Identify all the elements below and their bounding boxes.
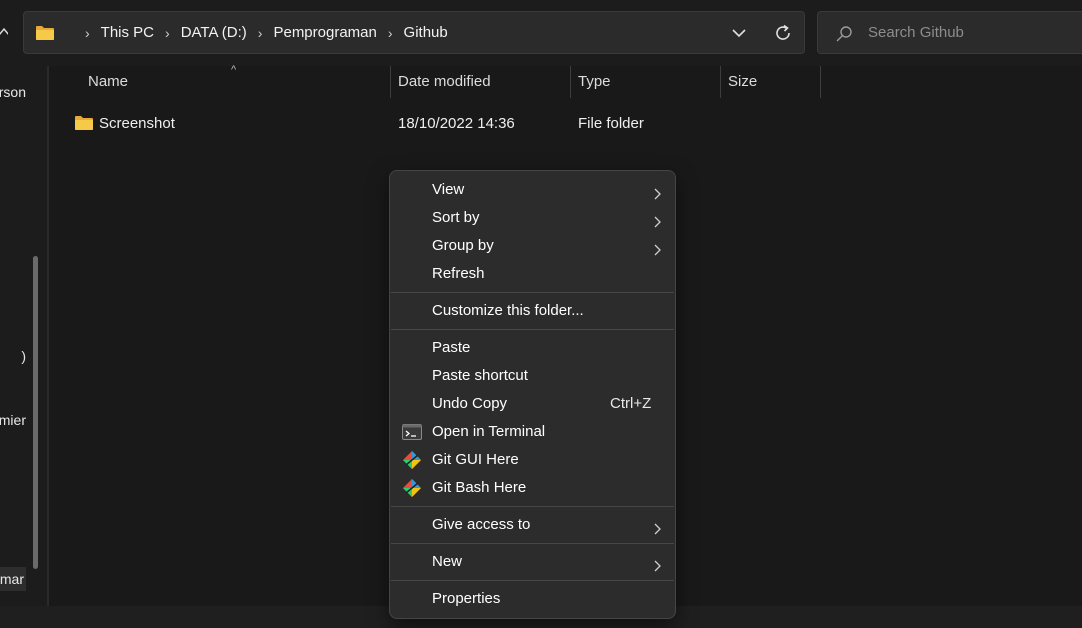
- menu-item-view[interactable]: View: [394, 176, 671, 204]
- menu-item-git-gui[interactable]: Git GUI Here: [394, 446, 671, 474]
- nav-scrollbar[interactable]: [33, 256, 38, 569]
- menu-item-label: Paste: [432, 339, 471, 356]
- menu-item-open-terminal[interactable]: Open in Terminal: [394, 418, 671, 446]
- breadcrumb-separator: ›: [387, 24, 393, 41]
- breadcrumb-github[interactable]: Github: [404, 24, 448, 41]
- column-divider[interactable]: [820, 66, 821, 98]
- nav-item[interactable]: rson: [0, 84, 26, 100]
- git-gui-icon: [402, 451, 422, 469]
- git-bash-icon: [402, 479, 422, 497]
- menu-item-git-bash[interactable]: Git Bash Here: [394, 474, 671, 502]
- column-divider[interactable]: [570, 66, 571, 98]
- breadcrumb-separator: ›: [165, 24, 170, 41]
- keyboard-shortcut: Ctrl+Z: [610, 395, 652, 412]
- chevron-right-icon: [652, 555, 662, 572]
- terminal-icon: [402, 423, 422, 441]
- chevron-right-icon: [652, 183, 662, 200]
- chevron-right-icon: [652, 211, 662, 228]
- menu-item-paste[interactable]: Paste: [394, 334, 671, 362]
- nav-item[interactable]: ): [21, 348, 26, 364]
- column-divider[interactable]: [720, 66, 721, 98]
- column-header-name[interactable]: Name: [88, 66, 128, 98]
- sort-ascending-icon: ^: [231, 64, 237, 76]
- menu-item-label: Paste shortcut: [432, 367, 528, 384]
- menu-separator: [391, 543, 674, 544]
- address-bar[interactable]: › This PC › DATA (D:) › Pemprograman › G…: [23, 11, 805, 54]
- search-input[interactable]: [866, 12, 1066, 53]
- breadcrumb-this-pc[interactable]: This PC: [101, 24, 154, 41]
- menu-item-label: Undo Copy: [432, 395, 508, 412]
- nav-item-selected[interactable]: mar: [0, 567, 26, 591]
- menu-separator: [391, 506, 674, 507]
- chevron-down-icon[interactable]: [731, 25, 747, 41]
- menu-item-paste-shortcut[interactable]: Paste shortcut: [394, 362, 671, 390]
- file-date-modified: 18/10/2022 14:36: [398, 115, 515, 132]
- menu-separator: [391, 580, 674, 581]
- refresh-icon[interactable]: [773, 23, 793, 43]
- column-divider[interactable]: [390, 66, 391, 98]
- file-name: Screenshot: [99, 115, 175, 132]
- menu-item-label: View: [432, 181, 465, 198]
- chevron-right-icon: [652, 518, 662, 535]
- navigation-pane: rson ) mier mar: [0, 66, 48, 606]
- breadcrumb-separator: ›: [257, 24, 263, 41]
- menu-item-refresh[interactable]: Refresh: [394, 260, 671, 288]
- menu-item-customize-folder[interactable]: Customize this folder...: [394, 297, 671, 325]
- menu-item-label: Properties: [432, 590, 501, 607]
- menu-separator: [391, 292, 674, 293]
- menu-item-label: Customize this folder...: [432, 302, 584, 319]
- menu-item-undo-copy[interactable]: Undo Copy Ctrl+Z: [394, 390, 671, 418]
- menu-item-label: New: [432, 553, 463, 570]
- breadcrumb-data-drive[interactable]: DATA (D:): [181, 24, 247, 41]
- menu-item-label: Give access to: [432, 516, 531, 533]
- breadcrumb-separator: ›: [85, 24, 90, 41]
- menu-item-properties[interactable]: Properties: [394, 585, 671, 613]
- file-type: File folder: [578, 115, 644, 132]
- file-row[interactable]: Screenshot 18/10/2022 14:36 File folder: [69, 112, 789, 138]
- menu-item-label: Group by: [432, 237, 494, 254]
- breadcrumb-pemprograman[interactable]: Pemprograman: [273, 24, 376, 41]
- nav-item[interactable]: mier: [0, 412, 26, 428]
- menu-item-label: Open in Terminal: [432, 423, 546, 440]
- column-header-size[interactable]: Size: [728, 66, 757, 98]
- breadcrumb: › This PC › DATA (D:) › Pemprograman › G…: [74, 12, 448, 53]
- search-icon: [835, 25, 853, 43]
- context-menu: View Sort by Group by Refresh Customize …: [389, 170, 676, 619]
- menu-item-label: Git GUI Here: [432, 451, 519, 468]
- menu-item-label: Sort by: [432, 209, 480, 226]
- menu-item-label: Git Bash Here: [432, 479, 527, 496]
- menu-item-group-by[interactable]: Group by: [394, 232, 671, 260]
- address-toolbar: › This PC › DATA (D:) › Pemprograman › G…: [0, 0, 1082, 66]
- menu-separator: [391, 329, 674, 330]
- column-header-date[interactable]: Date modified: [398, 66, 491, 98]
- chevron-right-icon: [652, 239, 662, 256]
- up-arrow-icon[interactable]: [0, 20, 10, 44]
- column-header-type[interactable]: Type: [578, 66, 611, 98]
- menu-item-sort-by[interactable]: Sort by: [394, 204, 671, 232]
- menu-item-label: Refresh: [432, 265, 485, 282]
- search-box[interactable]: [817, 11, 1082, 54]
- folder-icon: [35, 25, 55, 41]
- folder-icon: [74, 115, 94, 131]
- menu-item-new[interactable]: New: [394, 548, 671, 576]
- menu-item-give-access[interactable]: Give access to: [394, 511, 671, 539]
